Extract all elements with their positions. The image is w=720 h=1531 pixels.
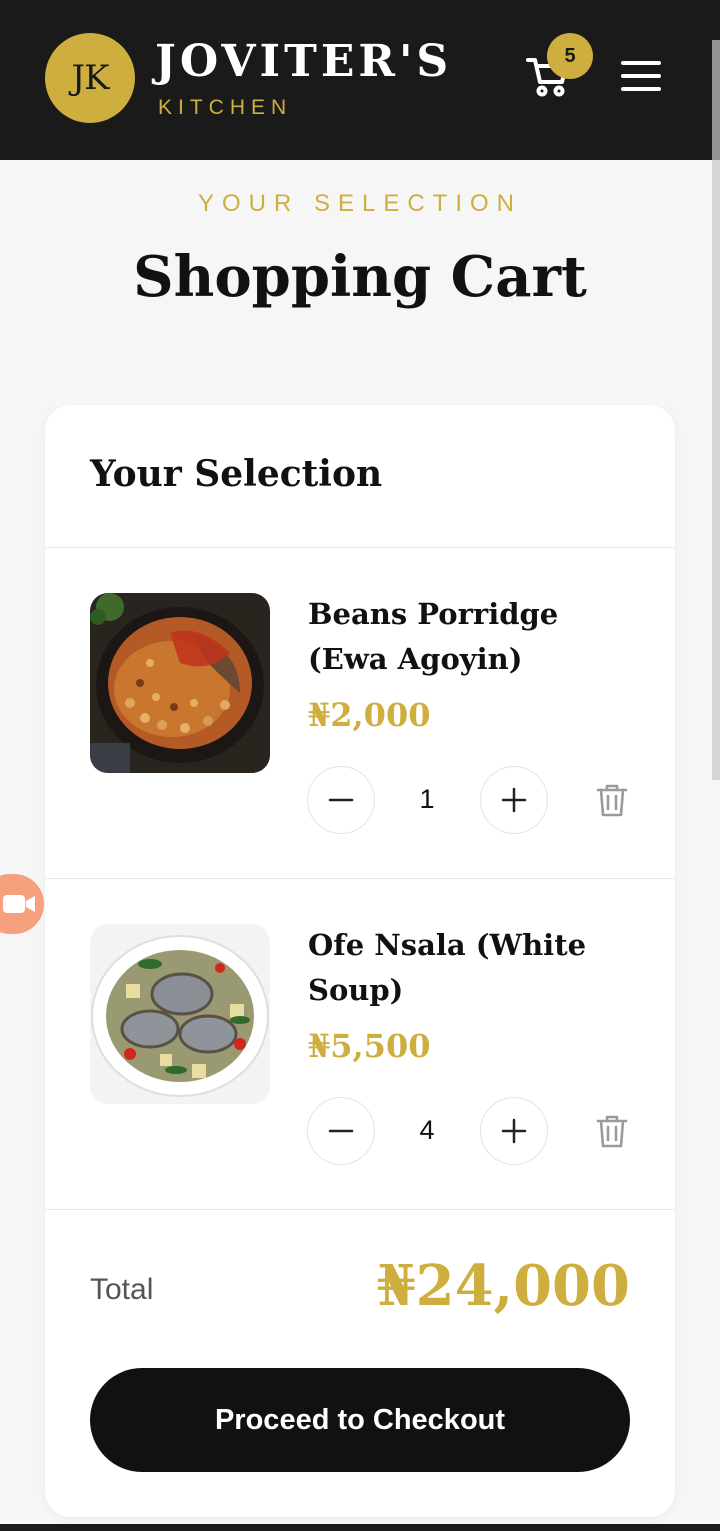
trash-icon (596, 1115, 628, 1148)
cart-count-badge: 5 (547, 33, 593, 79)
minus-icon (328, 1129, 354, 1133)
remove-item-button[interactable] (595, 782, 629, 818)
item-price: ₦5,500 (308, 1027, 431, 1065)
plus-icon (501, 1118, 527, 1144)
trash-icon (596, 784, 628, 817)
quantity-value: 4 (419, 1115, 435, 1145)
product-image[interactable] (90, 593, 270, 773)
minus-icon (328, 798, 354, 802)
beans-porridge-image (90, 593, 270, 773)
product-image[interactable] (90, 924, 270, 1104)
scrollbar[interactable] (712, 40, 720, 780)
proceed-to-checkout-button[interactable]: Proceed to Checkout (90, 1368, 630, 1472)
cart-card: Your Selection Beans Porridge (Ewa Agoyi… (45, 405, 675, 1517)
item-name[interactable]: Beans Porridge (Ewa Agoyin) (308, 592, 638, 682)
cart-item: Ofe Nsala (White Soup) ₦5,500 4 (45, 879, 675, 1209)
item-price: ₦2,000 (308, 696, 431, 734)
page-title: Shopping Cart (133, 244, 587, 310)
video-icon (3, 895, 35, 913)
remove-item-button[interactable] (595, 1113, 629, 1149)
card-heading: Your Selection (90, 453, 383, 495)
total-label: Total (90, 1273, 154, 1306)
logo-initials: JK (71, 58, 109, 98)
brand-name[interactable]: JOVITER'S (155, 36, 452, 87)
total-value: ₦24,000 (376, 1253, 630, 1319)
menu-button[interactable] (620, 58, 662, 94)
plus-icon (501, 787, 527, 813)
quantity-value: 1 (419, 784, 435, 814)
divider (45, 1209, 675, 1210)
decrease-quantity-button[interactable] (307, 766, 375, 834)
increase-quantity-button[interactable] (480, 1097, 548, 1165)
item-name[interactable]: Ofe Nsala (White Soup) (308, 923, 638, 1013)
increase-quantity-button[interactable] (480, 766, 548, 834)
section-eyebrow: YOUR SELECTION (197, 190, 523, 217)
floating-video-button[interactable] (0, 874, 44, 934)
brand-subtitle: KITCHEN (158, 96, 293, 119)
bottom-bar (0, 1524, 720, 1531)
decrease-quantity-button[interactable] (307, 1097, 375, 1165)
cart-item: Beans Porridge (Ewa Agoyin) ₦2,000 1 (45, 548, 675, 878)
menu-icon (621, 61, 661, 91)
site-header: JK JOVITER'S KITCHEN 5 (0, 0, 720, 160)
white-soup-image (90, 924, 270, 1104)
logo-badge[interactable]: JK (45, 33, 135, 123)
